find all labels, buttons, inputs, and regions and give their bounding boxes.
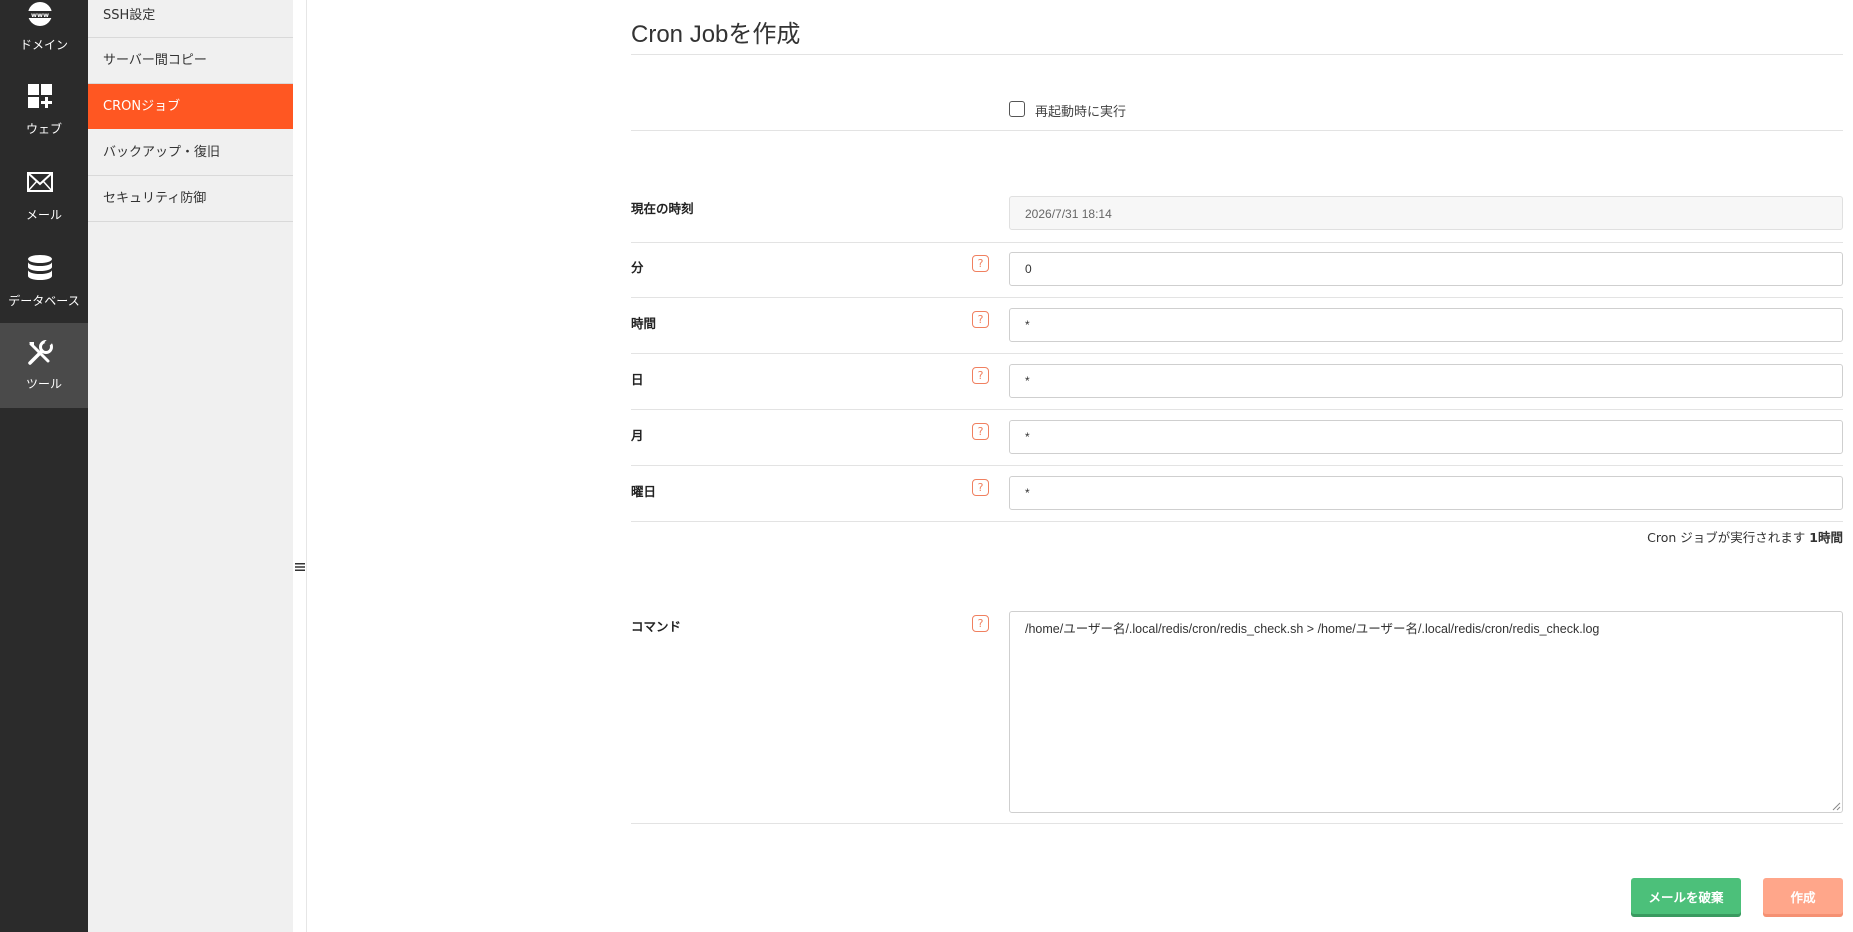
cron-form: Cron Jobを作成 再起動時に実行 現在の時刻 2026/7/31 18:1… [631,0,1843,932]
submenu-item-backup[interactable]: バックアップ・復旧 [88,130,293,176]
rail-label-database: データベース [8,294,80,308]
row-divider [631,353,1843,354]
row-divider [631,465,1843,466]
reboot-label: 再起動時に実行 [1035,105,1127,120]
submenu-item-cron[interactable]: CRONジョブ [88,84,293,129]
hour-input[interactable] [1009,308,1843,342]
www-globe-icon: www [28,2,52,26]
submenu-item-server-copy[interactable]: サーバー間コピー [88,38,293,84]
rail-item-web[interactable]: ウェブ [0,72,88,157]
submenu-item-ssh[interactable]: SSH設定 [88,0,293,38]
hour-label: 時間 [631,316,657,331]
row-divider [631,823,1843,824]
tools-icon [28,339,53,365]
section-divider [631,130,1843,131]
command-label: コマンド [631,619,682,634]
row-divider [631,521,1843,522]
rail-item-database[interactable]: データベース [0,242,88,327]
month-label: 月 [631,428,644,443]
reboot-checkbox[interactable] [1009,101,1025,117]
minute-input[interactable] [1009,252,1843,286]
tools-submenu: SSH設定 サーバー間コピー CRONジョブ バックアップ・復旧 セキュリティ防… [88,0,293,932]
month-input[interactable] [1009,420,1843,454]
rail-item-domain[interactable]: www ドメイン [0,0,88,67]
current-time-label: 現在の時刻 [631,201,694,216]
schedule-summary-text: Cron ジョブが実行されます [1647,530,1806,545]
icon-rail: www ドメイン ウェブ メール データベース ツール [0,0,88,932]
row-divider [631,409,1843,410]
schedule-summary: Cron ジョブが実行されます 1時間 [1647,527,1843,546]
create-button[interactable]: 作成 [1763,878,1843,914]
rail-label-mail: メール [25,208,62,222]
row-divider [631,297,1843,298]
submenu-item-security[interactable]: セキュリティ防御 [88,176,293,222]
rail-label-domain: ドメイン [19,38,68,52]
day-label: 日 [631,372,644,387]
rail-label-tools: ツール [25,377,62,391]
day-input[interactable] [1009,364,1843,398]
title-divider [631,54,1843,55]
database-icon [28,255,52,280]
submenu-divider [306,0,307,932]
rail-label-web: ウェブ [25,122,62,136]
svg-text:www: www [31,11,49,19]
command-textarea[interactable]: /home/ユーザー名/.local/redis/cron/redis_chec… [1009,611,1843,813]
current-time-field: 2026/7/31 18:14 [1009,196,1843,230]
rail-item-tools[interactable]: ツール [0,323,88,408]
hour-help-icon[interactable]: ? [972,311,989,328]
discard-mail-button[interactable]: メールを破棄 [1631,878,1741,914]
row-divider [631,242,1843,243]
command-help-icon[interactable]: ? [972,615,989,632]
rail-item-mail[interactable]: メール [0,157,88,242]
page-title: Cron Jobを作成 [631,21,801,48]
day-help-icon[interactable]: ? [972,367,989,384]
web-grid-icon [28,84,52,108]
collapse-menu-icon[interactable] [294,561,306,573]
weekday-input[interactable] [1009,476,1843,510]
minute-help-icon[interactable]: ? [972,255,989,272]
minute-label: 分 [631,260,644,275]
weekday-help-icon[interactable]: ? [972,479,989,496]
mail-icon [27,172,53,192]
schedule-summary-value: 1時間 [1809,530,1843,545]
month-help-icon[interactable]: ? [972,423,989,440]
resize-grip-icon[interactable] [1832,802,1841,811]
weekday-label: 曜日 [631,484,657,499]
